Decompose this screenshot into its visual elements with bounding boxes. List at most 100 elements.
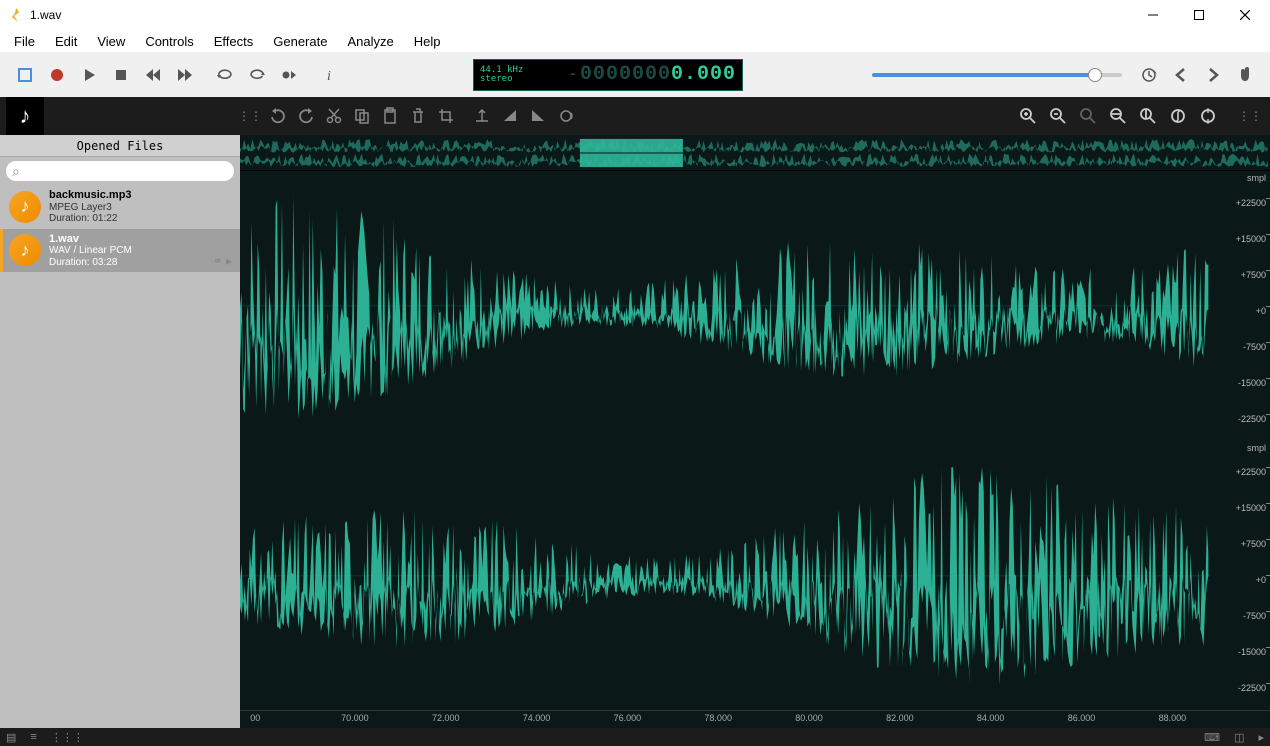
- loop-selection-button[interactable]: [242, 60, 272, 90]
- timeline-ruler[interactable]: 0070.00072.00074.00076.00078.00080.00082…: [240, 710, 1270, 728]
- zoom-in-button[interactable]: [1014, 102, 1042, 130]
- nav-back-button[interactable]: [1166, 60, 1196, 90]
- loop-button[interactable]: [210, 60, 240, 90]
- ruler-tick: +15000: [1236, 503, 1266, 513]
- forward-button[interactable]: [170, 60, 200, 90]
- stop-to-start-button[interactable]: [10, 60, 40, 90]
- rewind-button[interactable]: [138, 60, 168, 90]
- menubar: File Edit View Controls Effects Generate…: [0, 30, 1270, 52]
- cut-button[interactable]: [320, 102, 348, 130]
- timeline-tick: 88.000: [1159, 713, 1187, 723]
- main-area: Opened Files ⌕ ♪ backmusic.mp3 MPEG Laye…: [0, 135, 1270, 728]
- status-window-icon[interactable]: ◫: [1234, 731, 1244, 744]
- file-item[interactable]: ♪ 1.wav WAV / Linear PCM Duration: 03:28…: [0, 229, 240, 273]
- file-duration: Duration: 01:22: [49, 213, 132, 225]
- waveform-channels[interactable]: smpl +22500 +15000 +7500 +0 -7500 -15000 -22500…: [240, 171, 1270, 710]
- app-icon: [8, 7, 24, 23]
- zoom-out-button[interactable]: [1044, 102, 1072, 130]
- maximize-button[interactable]: [1176, 0, 1222, 30]
- redo-button[interactable]: [292, 102, 320, 130]
- file-format: MPEG Layer3: [49, 202, 132, 214]
- ruler-tick: -22500: [1238, 683, 1266, 693]
- delete-button[interactable]: [404, 102, 432, 130]
- file-name: 1.wav: [49, 233, 132, 246]
- close-button[interactable]: [1222, 0, 1268, 30]
- hand-tool-button[interactable]: [1230, 60, 1260, 90]
- volume-slider[interactable]: [872, 73, 1122, 77]
- status-arrow-icon[interactable]: ▸: [1258, 731, 1264, 744]
- zoom-vertical-in-button[interactable]: [1164, 102, 1192, 130]
- menu-effects[interactable]: Effects: [204, 31, 264, 52]
- view-list-icon[interactable]: ▤: [6, 731, 16, 744]
- menu-generate[interactable]: Generate: [263, 31, 337, 52]
- file-duration: Duration: 03:28: [49, 257, 132, 269]
- fade-in-button[interactable]: [496, 102, 524, 130]
- sidebar-header: Opened Files: [0, 135, 240, 157]
- ruler-tick: -7500: [1243, 611, 1266, 621]
- timeline-tick: 70.000: [341, 713, 369, 723]
- play-button[interactable]: [74, 60, 104, 90]
- window-title: 1.wav: [30, 8, 1130, 22]
- time-negative-sign: -: [569, 67, 578, 83]
- nav-forward-button[interactable]: [1198, 60, 1228, 90]
- search-icon: ⌕: [12, 163, 20, 180]
- ruler-tick: +0: [1256, 575, 1266, 585]
- titlebar: 1.wav: [0, 0, 1270, 30]
- menu-file[interactable]: File: [4, 31, 45, 52]
- copy-button[interactable]: [348, 102, 376, 130]
- ruler-tick: +7500: [1241, 539, 1266, 549]
- file-format: WAV / Linear PCM: [49, 245, 132, 257]
- drag-handle-icon[interactable]: ⋮⋮: [236, 102, 264, 130]
- view-lines-icon[interactable]: ≡: [30, 731, 36, 743]
- channels-label: stereo: [480, 75, 523, 84]
- zoom-all-button[interactable]: [1134, 102, 1162, 130]
- view-grid-icon[interactable]: ⋮⋮⋮: [51, 731, 84, 744]
- ruler-unit-label: smpl: [1247, 443, 1266, 453]
- edit-toolbar: ♪ ⋮⋮ ⋮⋮: [0, 97, 1270, 135]
- volume-thumb[interactable]: [1088, 68, 1102, 82]
- ruler-tick: -15000: [1238, 647, 1266, 657]
- undo-button[interactable]: [264, 102, 292, 130]
- ruler-unit-label: smpl: [1247, 173, 1266, 183]
- waveform-area[interactable]: smpl +22500 +15000 +7500 +0 -7500 -15000 -22500…: [240, 135, 1270, 728]
- music-file-icon: ♪: [9, 191, 41, 223]
- menu-controls[interactable]: Controls: [135, 31, 203, 52]
- music-file-icon: ♪: [9, 234, 41, 266]
- effects-button[interactable]: [552, 102, 580, 130]
- timeline-tick: 84.000: [977, 713, 1005, 723]
- record-mode-button[interactable]: [274, 60, 304, 90]
- status-keyboard-icon[interactable]: ⌨: [1204, 731, 1220, 744]
- ruler-tick: +22500: [1236, 198, 1266, 208]
- channel-left[interactable]: smpl+22500+15000+7500+0-7500-15000-22500: [240, 171, 1270, 441]
- info-button[interactable]: i: [314, 60, 344, 90]
- time-digits-value: 0.000: [671, 63, 736, 86]
- search-input[interactable]: ⌕: [6, 161, 234, 181]
- ruler-tick: -7500: [1243, 342, 1266, 352]
- history-button[interactable]: [1134, 60, 1164, 90]
- zoom-fit-button[interactable]: [1104, 102, 1132, 130]
- record-button[interactable]: [42, 60, 72, 90]
- zoom-vertical-out-button[interactable]: [1194, 102, 1222, 130]
- file-item[interactable]: ♪ backmusic.mp3 MPEG Layer3 Duration: 01…: [0, 185, 240, 229]
- time-digits-dim: 0000000: [580, 63, 671, 86]
- menu-analyze[interactable]: Analyze: [337, 31, 403, 52]
- file-name: backmusic.mp3: [49, 189, 132, 202]
- menu-help[interactable]: Help: [404, 31, 451, 52]
- note-icon: ♪: [20, 103, 31, 129]
- fade-out-button[interactable]: [524, 102, 552, 130]
- normalize-button[interactable]: [468, 102, 496, 130]
- ruler-tick: -22500: [1238, 414, 1266, 424]
- channel-right[interactable]: smpl+22500+15000+7500+0-7500-15000-22500: [240, 441, 1270, 711]
- waveform-overview[interactable]: [240, 135, 1270, 171]
- drag-handle-right-icon[interactable]: ⋮⋮: [1236, 102, 1264, 130]
- zoom-selection-button[interactable]: [1074, 102, 1102, 130]
- minimize-button[interactable]: [1130, 0, 1176, 30]
- menu-edit[interactable]: Edit: [45, 31, 87, 52]
- stop-button[interactable]: [106, 60, 136, 90]
- time-display[interactable]: 44.1 kHz stereo - 00000000.000: [473, 59, 743, 91]
- timeline-tick: 74.000: [523, 713, 551, 723]
- menu-view[interactable]: View: [87, 31, 135, 52]
- paste-button[interactable]: [376, 102, 404, 130]
- app-logo[interactable]: ♪: [6, 97, 44, 135]
- crop-button[interactable]: [432, 102, 460, 130]
